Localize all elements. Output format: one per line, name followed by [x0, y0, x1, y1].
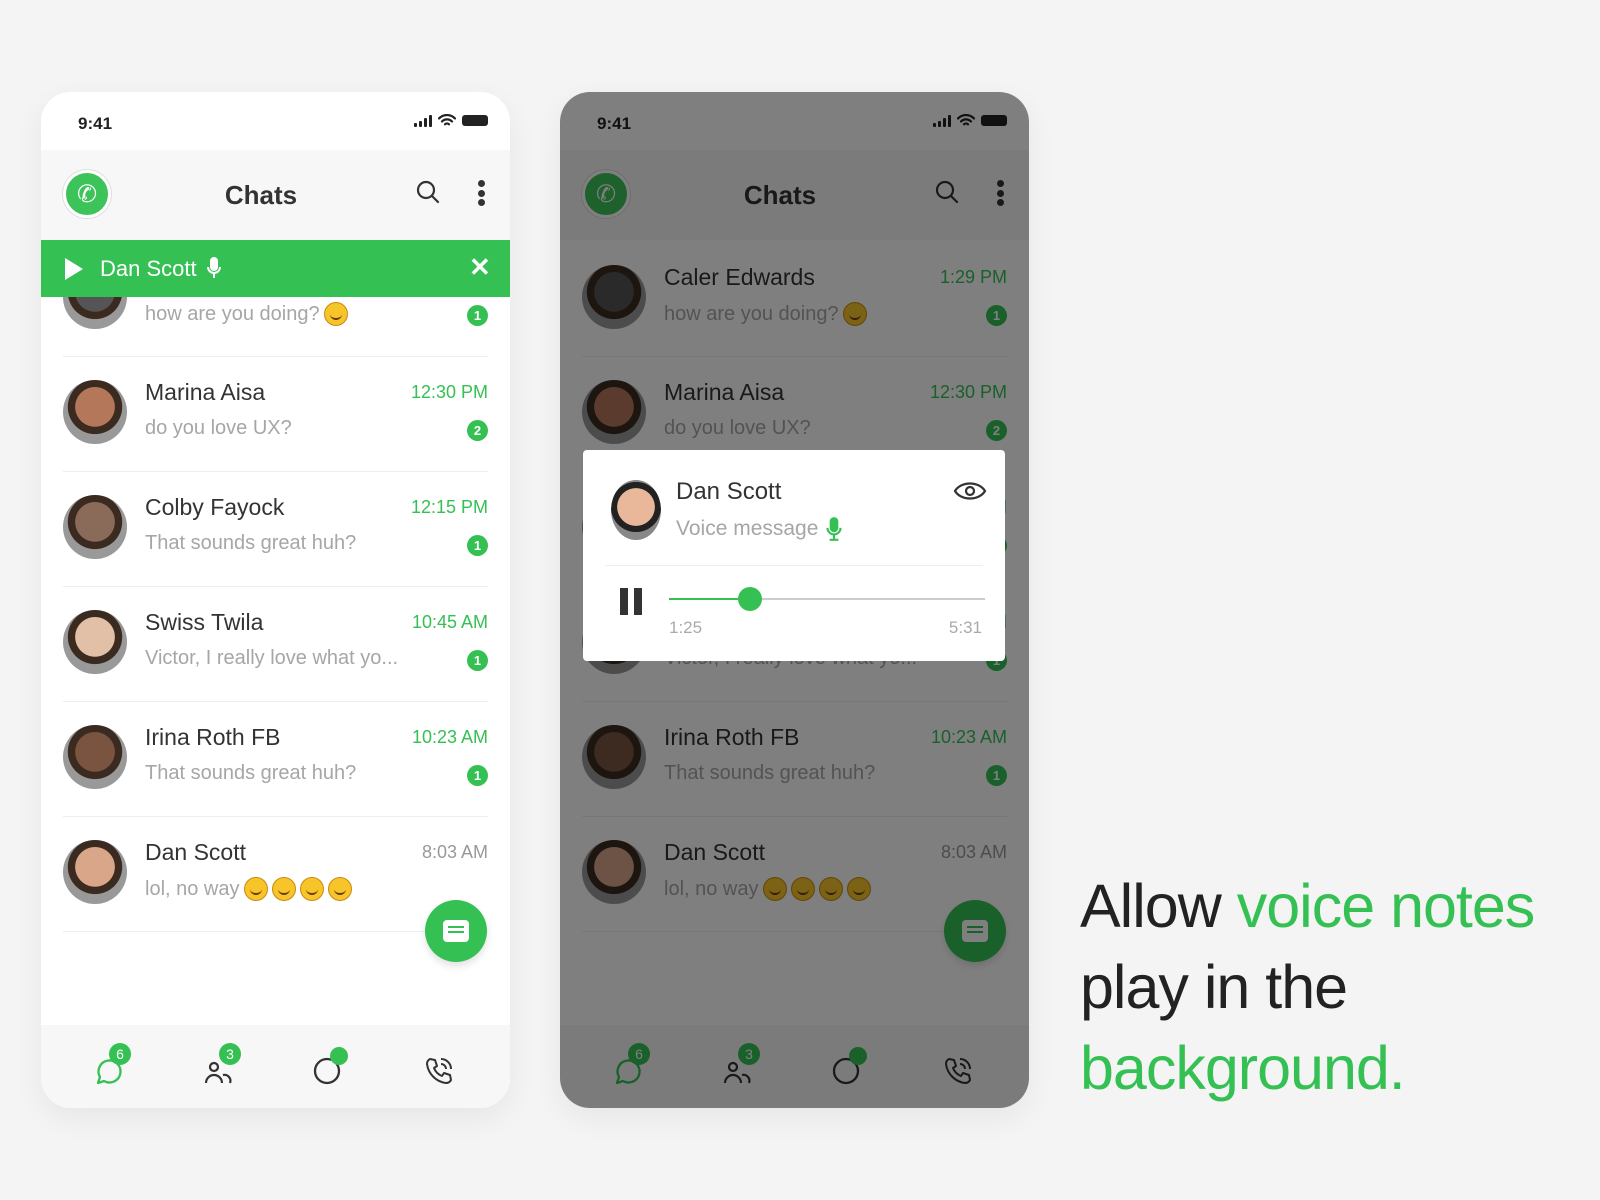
- page-title: Chats: [224, 180, 298, 210]
- chat-time: 12:30 PM: [410, 382, 488, 402]
- chat-name: Colby Fayock: [145, 494, 285, 520]
- status-time: 9:41: [78, 114, 113, 133]
- elapsed-time: 1:25: [669, 618, 703, 637]
- total-duration: 5:31: [948, 618, 982, 637]
- slider-handle[interactable]: [738, 587, 763, 611]
- chat-time: 10:23 AM: [411, 727, 488, 747]
- search-icon[interactable]: [416, 180, 440, 204]
- unread-badge: 2: [467, 420, 488, 441]
- mic-icon: [826, 517, 843, 541]
- avatar: [611, 480, 661, 540]
- nav-contacts[interactable]: 3: [203, 1043, 243, 1089]
- chat-preview: That sounds great huh?: [145, 532, 356, 555]
- playback-slider[interactable]: [669, 587, 985, 611]
- eye-icon[interactable]: [953, 480, 987, 502]
- unread-badge: 1: [467, 765, 488, 786]
- nav-badge: 3: [219, 1043, 241, 1065]
- new-chat-button[interactable]: [425, 900, 487, 962]
- close-banner-button[interactable]: ✕: [469, 252, 491, 283]
- status-bar: 9:41: [41, 92, 510, 150]
- battery-icon: [462, 115, 488, 126]
- avatar: [63, 610, 127, 674]
- status-dot: [330, 1047, 348, 1065]
- bottom-nav: 6 3: [41, 1025, 510, 1108]
- nav-calls[interactable]: [423, 1049, 463, 1089]
- nav-status[interactable]: [313, 1047, 353, 1089]
- chat-preview-text: lol, no way: [145, 877, 240, 900]
- chat-preview: lol, no way: [145, 877, 352, 901]
- emoji-smile-icon: [299, 877, 324, 901]
- phone-screen-voice-dialog: 9:41 ✆ Chats Caler Edwards 1:29 PM how a…: [560, 92, 1029, 1108]
- chat-time: 8:03 AM: [421, 842, 488, 862]
- now-playing-banner[interactable]: Dan Scott ✕: [41, 240, 510, 297]
- chat-list-item[interactable]: Marina Aisa 12:30 PM do you love UX? 2: [41, 357, 510, 472]
- chat-time: 10:45 AM: [411, 612, 488, 632]
- chat-preview-text: Victor, I really love what yo...: [145, 647, 399, 669]
- emoji-joy-icon: [271, 877, 296, 901]
- avatar: [63, 380, 127, 444]
- tagline-text: Allow: [1080, 872, 1237, 940]
- chat-list-item[interactable]: Irina Roth FB 10:23 AM That sounds great…: [41, 702, 510, 817]
- chat-name: Dan Scott: [145, 839, 246, 865]
- chat-list-item[interactable]: Colby Fayock 12:15 PM That sounds great …: [41, 472, 510, 587]
- tagline-highlight: voice notes: [1236, 872, 1536, 940]
- app-header: ✆ Chats: [41, 150, 510, 240]
- nav-badge: 6: [109, 1043, 131, 1065]
- avatar: [63, 725, 127, 789]
- chat-preview: do you love UX?: [145, 417, 292, 440]
- unread-badge: 1: [467, 535, 488, 556]
- dialog-subtitle: Voice message: [676, 516, 843, 542]
- avatar: [63, 840, 127, 904]
- pause-button[interactable]: [620, 588, 642, 615]
- chat-preview: how are you doing?: [145, 302, 348, 326]
- calls-icon: [426, 1058, 452, 1084]
- emoji-joy-icon: [243, 877, 268, 901]
- signal-icon: [414, 114, 432, 127]
- emoji-joy-icon: [327, 877, 352, 901]
- chat-name: Marina Aisa: [145, 379, 266, 405]
- voice-message-label: Voice message: [676, 517, 819, 540]
- chat-name: Irina Roth FB: [145, 724, 281, 750]
- wifi-icon: [438, 114, 456, 126]
- chat-list-item[interactable]: Swiss Twila 10:45 AM Victor, I really lo…: [41, 587, 510, 702]
- chat-preview-text: That sounds great huh?: [145, 762, 357, 784]
- chat-preview-text: do you love UX?: [145, 417, 292, 439]
- nav-chats[interactable]: 6: [93, 1043, 133, 1089]
- chat-time: 12:15 PM: [410, 497, 488, 517]
- mic-icon: [207, 257, 221, 278]
- chat-preview-text: That sounds great huh?: [145, 532, 357, 554]
- more-options-icon[interactable]: [477, 180, 485, 206]
- phone-screen-chats: 9:41 ✆ Chats Caler Edwards 1:29 PM how a…: [41, 92, 510, 1108]
- chat-preview: Victor, I really love what yo...: [145, 647, 398, 670]
- dialog-contact-name: Dan Scott: [676, 478, 782, 505]
- chat-preview: That sounds great huh?: [145, 762, 356, 785]
- play-icon[interactable]: [65, 258, 83, 280]
- unread-badge: 1: [467, 650, 488, 671]
- tagline-text: play in the: [1080, 953, 1348, 1021]
- avatar: [63, 495, 127, 559]
- tagline: Allow voice notes play in the background…: [1080, 866, 1536, 1109]
- emoji-wink-icon: [323, 302, 348, 326]
- divider: [605, 565, 983, 566]
- unread-badge: 1: [467, 305, 488, 326]
- tagline-highlight: background.: [1080, 1034, 1406, 1102]
- now-playing-contact: Dan Scott: [100, 256, 197, 281]
- voice-message-dialog: Dan Scott Voice message 1:25 5:31: [583, 450, 1005, 661]
- chat-preview-text: how are you doing?: [145, 302, 320, 325]
- message-icon: [443, 920, 469, 942]
- chat-name: Swiss Twila: [145, 609, 264, 635]
